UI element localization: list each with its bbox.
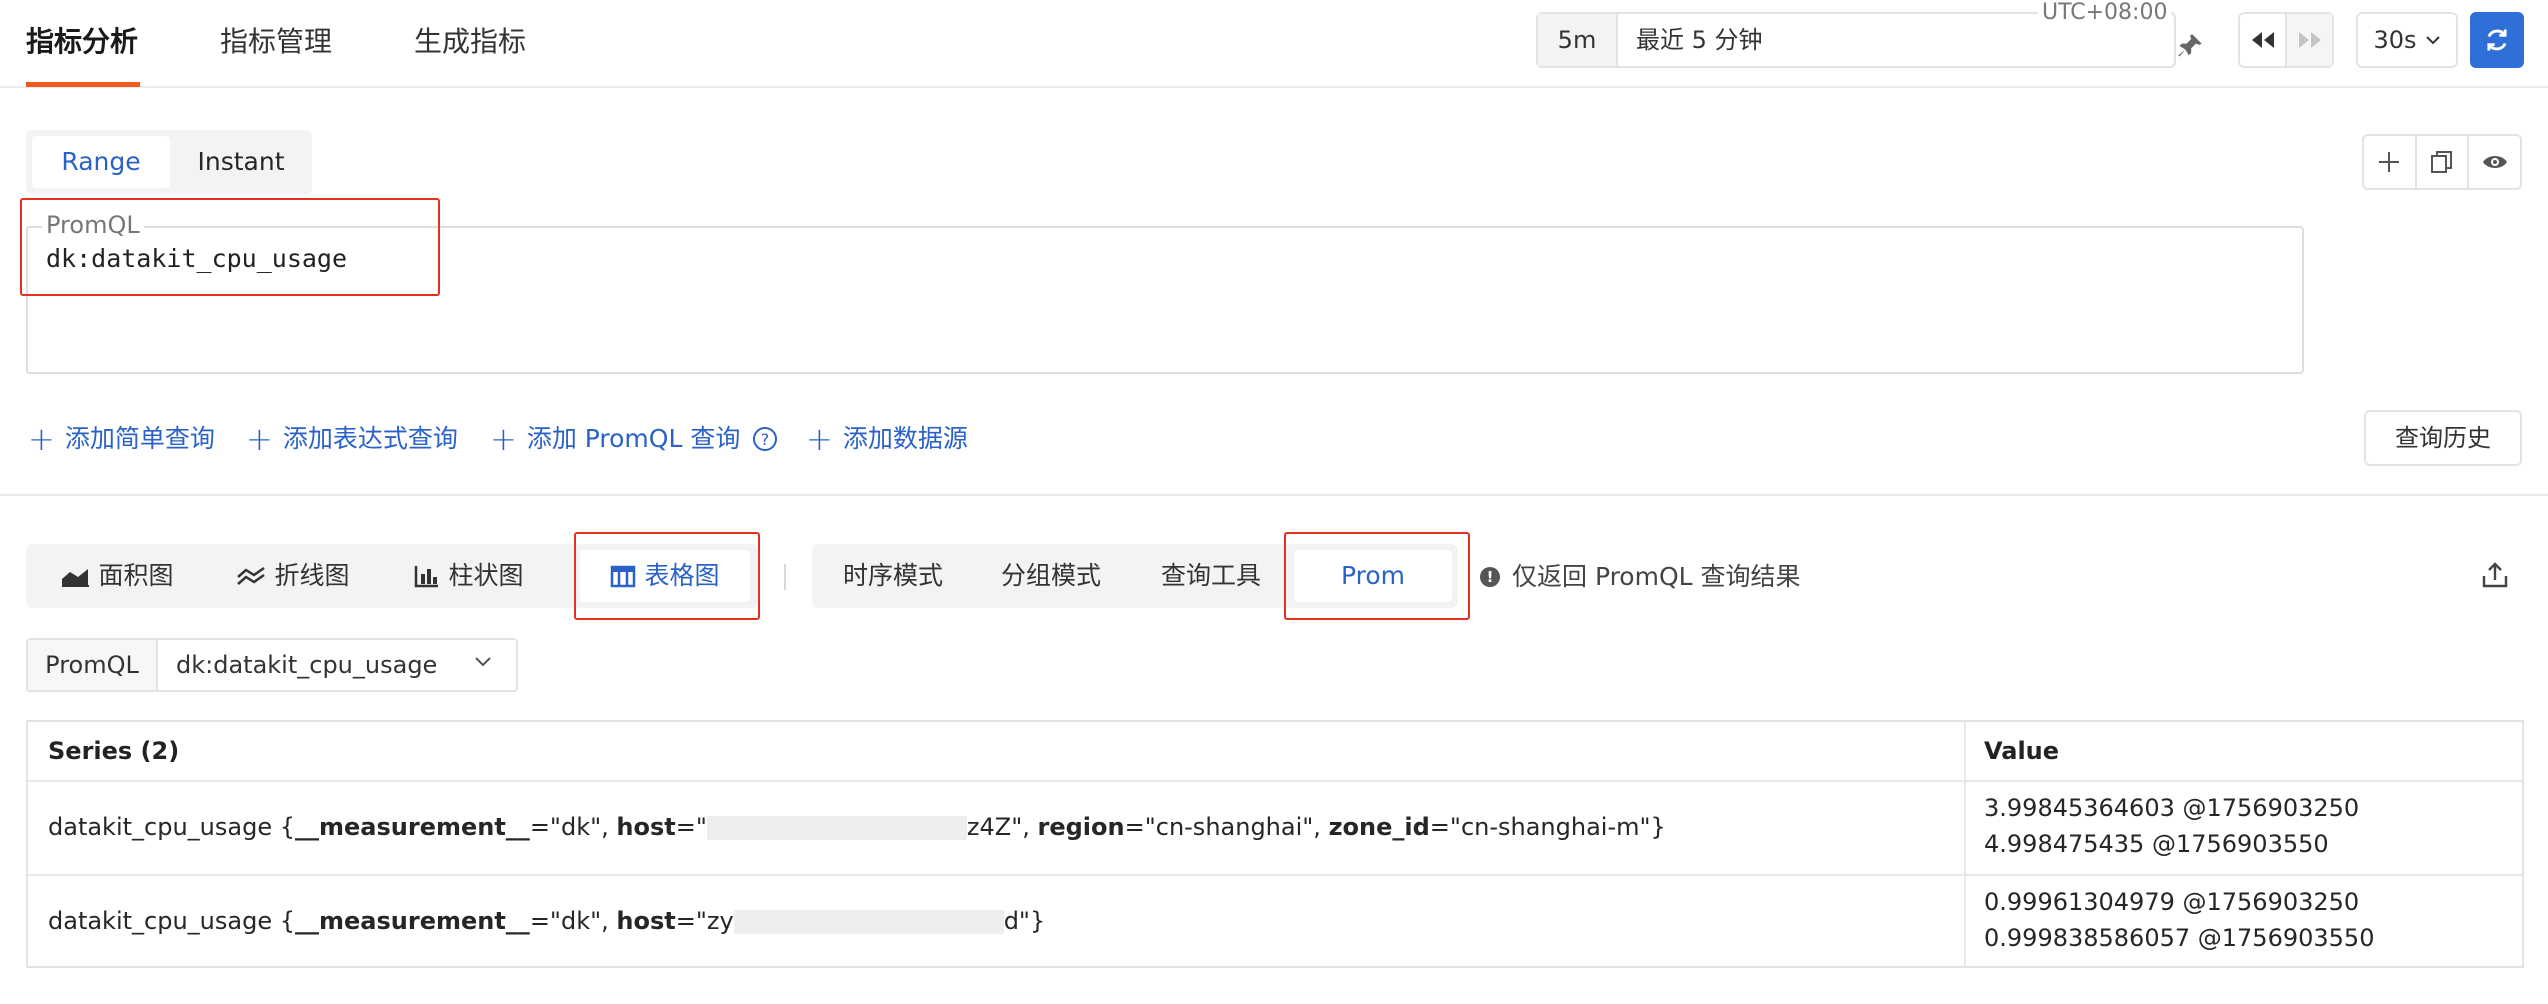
section-divider: [0, 494, 2548, 496]
query-actions: [2362, 134, 2522, 190]
tab-instant[interactable]: Instant: [176, 136, 306, 188]
view-mode-query-tool[interactable]: 查询工具: [1136, 550, 1286, 602]
copy-button[interactable]: [2414, 136, 2468, 188]
svg-text:?: ?: [761, 430, 770, 449]
select-type-label: PromQL: [28, 640, 158, 690]
table-header: Series (2) Value: [28, 722, 2522, 780]
series-labels: datakit_cpu_usage {__measurement__="dk",…: [48, 907, 1046, 935]
toggle-visibility-button[interactable]: [2467, 136, 2520, 188]
time-shift-group: [2238, 12, 2334, 68]
value-entry: 3.99845364603 @1756903250: [1984, 794, 2360, 822]
selected-query: dk:datakit_cpu_usage: [176, 651, 438, 679]
area-chart-icon: [62, 569, 90, 587]
time-range-label[interactable]: 最近 5 分钟: [1636, 14, 1763, 66]
chevron-down-icon: [475, 657, 491, 667]
view-mode-group[interactable]: 分组模式: [976, 550, 1126, 602]
promql-query-select[interactable]: PromQL dk:datakit_cpu_usage: [26, 638, 518, 692]
line-chart-icon: [237, 566, 266, 585]
add-expression-query-link[interactable]: + 添加表达式查询: [246, 422, 458, 456]
refresh-interval-value: 30s: [2373, 26, 2417, 54]
highlight-box-table: [574, 532, 760, 620]
plus-icon: [2379, 152, 2400, 172]
series-labels: datakit_cpu_usage {__measurement__="dk",…: [48, 813, 1666, 841]
value-entry: 0.999838586057 @1756903550: [1984, 924, 2375, 952]
refresh-interval-select[interactable]: 30s: [2356, 12, 2458, 68]
copy-icon: [2431, 151, 2452, 173]
table-row[interactable]: datakit_cpu_usage {__measurement__="dk",…: [28, 874, 2522, 968]
highlight-box-prom: [1284, 532, 1470, 620]
query-mode-tabs: Range Instant: [26, 130, 312, 194]
redacted-host: [706, 816, 967, 840]
add-datasource-label: 添加数据源: [842, 424, 968, 453]
export-button[interactable]: [2480, 560, 2510, 594]
help-icon[interactable]: ?: [752, 426, 778, 452]
result-table: Series (2) Value datakit_cpu_usage {__me…: [26, 720, 2524, 968]
chart-type-line-label: 折线图: [274, 561, 350, 590]
add-simple-query-label: 添加简单查询: [64, 424, 215, 453]
view-mode-timeseries[interactable]: 时序模式: [818, 550, 968, 602]
rewind-button[interactable]: [2240, 14, 2287, 66]
eye-icon: [2482, 156, 2507, 168]
plus-icon: +: [490, 420, 517, 458]
column-header-value: Value: [1984, 737, 2060, 765]
tab-metric-analysis[interactable]: 指标分析: [26, 22, 138, 62]
add-expression-query-label: 添加表达式查询: [282, 424, 458, 453]
query-history-button[interactable]: 查询历史: [2364, 410, 2522, 466]
add-simple-query-link[interactable]: + 添加简单查询: [28, 422, 215, 456]
chart-type-line[interactable]: 折线图: [208, 550, 378, 602]
highlight-box-query: [20, 198, 440, 296]
bar-chart-icon: [415, 566, 439, 588]
add-query-button[interactable]: [2364, 136, 2415, 188]
column-divider: [1964, 722, 1966, 966]
active-tab-underline: [26, 82, 140, 87]
share-icon: [2482, 562, 2508, 588]
forward-icon: [2298, 32, 2321, 48]
chart-type-bar[interactable]: 柱状图: [384, 550, 554, 602]
prom-hint-text: 仅返回 PromQL 查询结果: [1512, 562, 1801, 591]
chart-type-area[interactable]: 面积图: [32, 550, 202, 602]
info-icon: !: [1480, 567, 1500, 587]
chart-type-area-label: 面积图: [98, 561, 174, 590]
tab-metric-management[interactable]: 指标管理: [220, 22, 332, 62]
plus-icon: +: [806, 420, 833, 458]
time-range-short[interactable]: 5m: [1538, 14, 1618, 66]
chevron-down-icon: [2425, 36, 2440, 45]
tab-generate-metric[interactable]: 生成指标: [414, 22, 526, 62]
refresh-button[interactable]: [2470, 12, 2524, 68]
forward-button[interactable]: [2287, 14, 2332, 66]
add-datasource-link[interactable]: + 添加数据源: [806, 422, 968, 456]
value-entry: 0.99961304979 @1756903250: [1984, 888, 2360, 916]
tab-separator: [784, 564, 786, 590]
refresh-icon: [2487, 29, 2507, 51]
value-entry: 4.998475435 @1756903550: [1984, 830, 2329, 858]
plus-icon: +: [28, 420, 55, 458]
table-row[interactable]: datakit_cpu_usage {__measurement__="dk",…: [28, 780, 2522, 874]
tab-range[interactable]: Range: [32, 136, 170, 188]
rewind-icon: [2251, 32, 2274, 48]
add-promql-query-link[interactable]: + 添加 PromQL 查询 ?: [490, 422, 778, 456]
chart-type-bar-label: 柱状图: [448, 561, 524, 590]
prom-hint: ! 仅返回 PromQL 查询结果: [1480, 560, 1801, 594]
pin-icon[interactable]: [2176, 32, 2204, 64]
redacted-host: [733, 910, 1004, 934]
column-header-series: Series (2): [48, 737, 180, 765]
timezone-label: UTC+08:00: [2038, 0, 2172, 26]
add-promql-query-label: 添加 PromQL 查询: [526, 424, 741, 453]
plus-icon: +: [246, 420, 273, 458]
